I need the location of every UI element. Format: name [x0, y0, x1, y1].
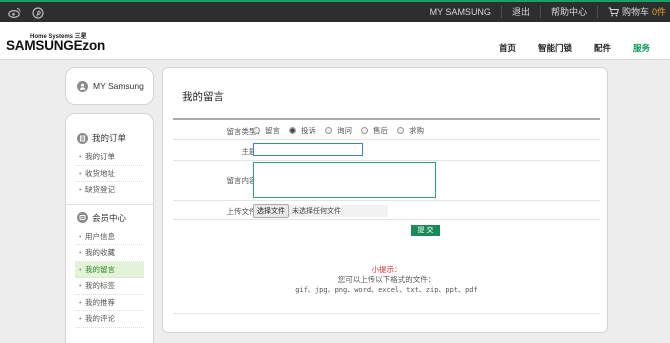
cart-icon — [608, 7, 619, 17]
orders-section-label: 我的订单 — [92, 133, 127, 143]
nav-service[interactable]: 服务 — [633, 42, 650, 54]
member-icon — [77, 212, 88, 223]
radio-purchase-request[interactable]: 求购 — [397, 125, 424, 136]
top-links: MY SAMSUNG 退出 帮助中心 购物车 0件 — [420, 2, 666, 22]
message-type-row: 留言类型： 留言 投诉 询问 售后 求购 — [173, 120, 600, 140]
radio-after-sales[interactable]: 售后 — [361, 125, 388, 136]
file-status: 未选择任何文件 — [292, 208, 341, 215]
my-samsung-panel[interactable]: MY Samsung — [65, 67, 154, 105]
weibo-icon[interactable] — [8, 6, 21, 19]
help-center-link[interactable]: 帮助中心 — [539, 6, 597, 18]
member-menu: 用户信息 我的收藏 我的留言 我的标签 我的推荐 我的评论 — [75, 229, 144, 328]
member-section-label: 会员中心 — [92, 212, 127, 223]
user-icon — [77, 80, 88, 92]
cart-count: 0件 — [651, 7, 666, 17]
page-title: 我的留言 — [182, 91, 224, 103]
tips-formats: gif、jpg、png、word、excel、txt、zip、ppt、pdf — [295, 286, 478, 294]
orders-section-title: 我的订单 — [66, 130, 153, 146]
choose-file-button[interactable]: 选择文件 — [253, 204, 289, 218]
sidebar-item-user-info[interactable]: 用户信息 — [75, 229, 144, 245]
sidebar-item-favorites[interactable]: 我的收藏 — [75, 245, 144, 262]
nav-smart-lock[interactable]: 智能门锁 — [538, 42, 572, 54]
cart-link[interactable]: 购物车 0件 — [596, 6, 666, 18]
orders-menu: 我的订单 收货地址 缺货登记 — [75, 149, 144, 199]
upload-tips: 小提示： 您可以上传以下格式的文件： gif、jpg、png、word、exce… — [173, 265, 600, 295]
bottom-divider — [173, 313, 600, 314]
logout-link[interactable]: 退出 — [500, 6, 540, 18]
sidebar-item-recommendations[interactable]: 我的推荐 — [75, 295, 144, 311]
content-textarea[interactable] — [253, 162, 436, 198]
orders-icon — [77, 132, 88, 144]
site-header: Home Systems 三星 SAMSUNGEzon 首页 智能门锁 配件 服… — [0, 22, 670, 60]
file-input[interactable]: 选择文件 未选择任何文件 — [253, 204, 388, 218]
nav-accessories[interactable]: 配件 — [594, 42, 611, 54]
pinterest-icon[interactable] — [31, 6, 44, 19]
my-samsung-title: MY Samsung — [93, 81, 144, 91]
sidebar-item-my-messages[interactable]: 我的留言 — [75, 261, 144, 278]
tips-heading: 小提示： — [371, 265, 402, 274]
radio-message[interactable]: 留言 — [253, 125, 280, 136]
social-links — [8, 6, 44, 19]
tips-line: 您可以上传以下格式的文件： — [337, 275, 436, 284]
sidebar-item-reviews[interactable]: 我的评论 — [75, 311, 144, 328]
subject-input[interactable] — [253, 143, 363, 156]
file-row: 上传文件： 选择文件 未选择任何文件 — [173, 201, 600, 220]
subject-row: 主题： — [173, 140, 600, 161]
radio-complaint[interactable]: 投诉 — [289, 125, 316, 136]
radio-inquiry[interactable]: 询问 — [325, 125, 352, 136]
submit-button[interactable]: 提 交 — [411, 225, 440, 236]
member-section-title: 会员中心 — [66, 210, 153, 226]
sidebar-item-out-of-stock[interactable]: 缺货登记 — [75, 182, 144, 199]
message-type-radios: 留言 投诉 询问 售后 求购 — [253, 125, 424, 136]
sidebar-item-my-orders[interactable]: 我的订单 — [75, 149, 144, 166]
content-row: 留言内容： — [173, 161, 600, 201]
main-nav: 首页 智能门锁 配件 服务 — [477, 42, 650, 54]
cart-label: 购物车 — [621, 7, 649, 17]
nav-home[interactable]: 首页 — [499, 42, 516, 54]
site-logo[interactable]: SAMSUNGEzon — [6, 38, 105, 53]
sidebar: 我的订单 我的订单 收货地址 缺货登记 会员中心 用户信息 我的收藏 我的留言 … — [65, 113, 154, 343]
sidebar-item-shipping-address[interactable]: 收货地址 — [75, 166, 144, 182]
my-samsung-link[interactable]: MY SAMSUNG — [420, 6, 501, 18]
top-bar: MY SAMSUNG 退出 帮助中心 购物车 0件 — [0, 0, 670, 22]
message-form-panel: 我的留言 留言类型： 留言 投诉 询问 售后 求购 主题： 留言内容： 上传文件… — [162, 67, 608, 333]
sidebar-item-tags[interactable]: 我的标签 — [75, 278, 144, 295]
